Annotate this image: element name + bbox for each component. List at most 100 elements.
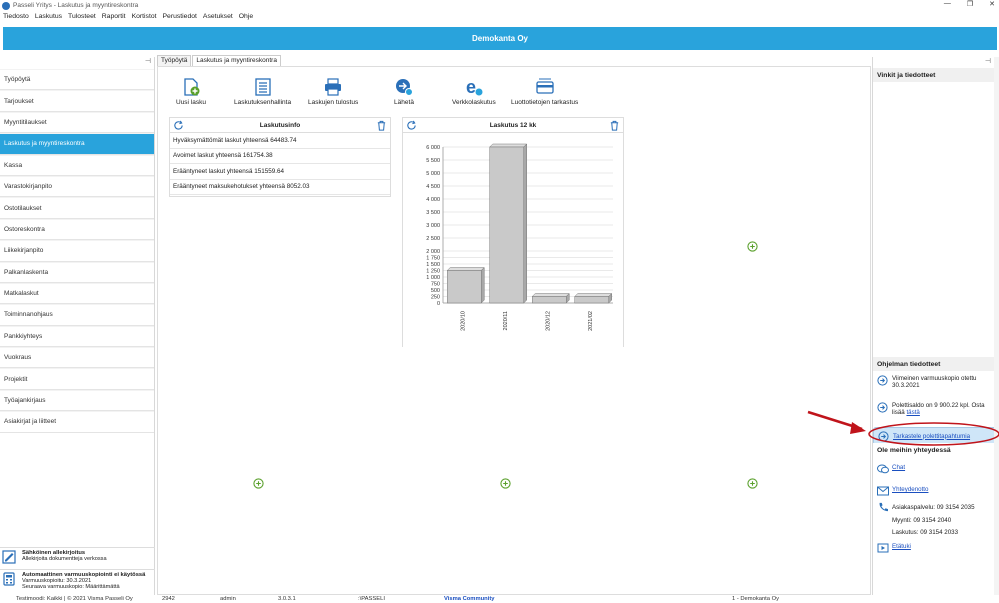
sidebar-item[interactable]: Palkanlaskenta <box>0 261 154 283</box>
status-company: 1 - Demokanta Oy <box>732 596 780 602</box>
sidebar-item[interactable]: Matkalaskut <box>0 282 154 305</box>
print-invoices-button[interactable]: Laskujen tulostus <box>308 77 358 106</box>
menu-raportit[interactable]: Raportit <box>102 13 126 20</box>
menu-perustiedot[interactable]: Perustiedot <box>163 13 197 20</box>
right-scrollbar[interactable] <box>994 57 999 595</box>
sidebar-item[interactable]: Työajankirjaus <box>0 389 154 412</box>
tips-header: Vinkit ja tiedotteet <box>873 68 999 82</box>
bar-top <box>574 293 613 297</box>
remote-support-link[interactable]: Etätuki <box>892 543 911 550</box>
y-tick-label: 1 250 <box>426 269 440 275</box>
minimize-button[interactable]: — <box>944 0 951 8</box>
y-tick-label: 2 000 <box>426 249 440 255</box>
sidebar-item[interactable]: Ostotilaukset <box>0 197 154 219</box>
y-tick-label: 4 000 <box>426 197 440 203</box>
e-invoicing-button[interactable]: e Verkkolaskutus <box>452 77 496 106</box>
phone-line: Myynti: 09 3154 2040 <box>892 516 952 524</box>
phone-icon <box>879 502 888 512</box>
trash-icon[interactable] <box>609 120 620 131</box>
status-community-link[interactable]: Visma Community <box>444 596 494 602</box>
invoice-management-button[interactable]: Laskutuksenhallinta <box>234 77 291 106</box>
add-widget-icon[interactable] <box>500 478 511 489</box>
sidebar-item[interactable]: Laskutus ja myyntireskontra <box>0 133 154 155</box>
send-button[interactable]: Lähetä <box>394 77 414 106</box>
status-bar: Testimoodi: Kaikki | © 2021 Visma Passel… <box>0 596 999 603</box>
tab-strip: Työpöytä Laskutus ja myyntireskontra <box>157 55 282 66</box>
y-tick-label: 750 <box>431 282 440 288</box>
add-widget-icon[interactable] <box>253 478 264 489</box>
menu-asetukset[interactable]: Asetukset <box>203 13 233 20</box>
maximize-button[interactable]: ❐ <box>967 0 973 8</box>
sidebar-item[interactable]: Liikekirjanpito <box>0 240 154 262</box>
menu-tiedosto[interactable]: Tiedosto <box>3 13 29 20</box>
new-invoice-icon <box>184 78 200 96</box>
news-header: Ohjelman tiedotteet <box>873 357 999 371</box>
bar <box>574 296 609 304</box>
sidebar-item[interactable]: Vuokraus <box>0 347 154 369</box>
panel-header: Laskutusinfo <box>170 118 390 133</box>
news-item-backup[interactable]: Viimeinen varmuuskopio otettu 30.3.2021 <box>877 375 997 389</box>
panel-title: Laskutusinfo <box>259 121 301 129</box>
y-tick-label: 250 <box>431 295 440 301</box>
sidebar-item[interactable]: Tarjoukset <box>0 90 154 112</box>
remote-support-contact[interactable]: Etätuki <box>877 543 911 553</box>
menu-laskutus[interactable]: Laskutus <box>35 13 62 20</box>
company-name: Demokanta Oy <box>471 34 529 43</box>
y-tick-label: 1 500 <box>426 262 440 268</box>
add-widget-icon[interactable] <box>747 241 758 252</box>
menu-tulosteet[interactable]: Tulosteet <box>68 13 96 20</box>
bar-top <box>446 267 485 271</box>
sidebar-pin-icon[interactable]: ⊣ <box>145 57 151 65</box>
x-tick-label: 2020/12 <box>545 311 551 331</box>
tool-label: Verkkolaskutus <box>452 99 496 106</box>
chat-link[interactable]: Chat <box>892 464 905 471</box>
chat-contact[interactable]: Chat <box>877 464 905 474</box>
sidebar-item[interactable]: Kassa <box>0 154 154 176</box>
sidebar-item[interactable]: Projektit <box>0 368 154 390</box>
contact-form-link[interactable]: Yhteydenotto <box>892 486 928 493</box>
right-pin-icon[interactable]: ⊣ <box>985 57 991 65</box>
info-row: Erääntyneet maksukehotukset yhteensä 805… <box>170 180 390 195</box>
y-tick-label: 5 000 <box>426 171 440 177</box>
bar-side <box>523 143 527 304</box>
phone-line: Asiakaspalvelu: 09 3154 2035 <box>892 504 975 511</box>
sidebar-item[interactable]: Ostoreskontra <box>0 218 154 241</box>
y-tick-label: 6 000 <box>426 145 440 151</box>
menu-ohje[interactable]: Ohje <box>239 13 253 20</box>
x-tick-label: 2020/10 <box>460 311 466 331</box>
main-content: Uusi lasku Laskutuksenhallinta Laskujen … <box>157 66 871 595</box>
sidebar-item[interactable]: Pankkiyhteys <box>0 325 154 348</box>
sidebar-item[interactable]: Myyntitilaukset <box>0 111 154 134</box>
sidebar-item[interactable]: Toiminnanohjaus <box>0 304 154 326</box>
app-icon <box>2 1 10 10</box>
sidebar-item[interactable]: Asiakirjat ja liitteet <box>0 411 154 433</box>
close-button[interactable]: ✕ <box>989 0 995 8</box>
status-copyright: Testimoodi: Kaikki | © 2021 Visma Passel… <box>16 596 133 602</box>
refresh-icon[interactable] <box>406 120 417 131</box>
arrow-right-circle-icon <box>877 375 888 386</box>
refresh-icon[interactable] <box>173 120 184 131</box>
y-tick-label: 0 <box>437 301 440 307</box>
credit-check-button[interactable]: Luottotietojen tarkastus <box>511 77 578 106</box>
list-icon <box>254 78 271 96</box>
new-invoice-button[interactable]: Uusi lasku <box>176 77 206 106</box>
y-tick-label: 3 000 <box>426 223 440 229</box>
sidebar-item[interactable]: Varastokirjanpito <box>0 175 154 198</box>
window-titlebar: Passeli Yritys - Laskutus ja myyntiresko… <box>0 0 999 11</box>
menu-kortistot[interactable]: Kortistot <box>132 13 157 20</box>
trash-icon[interactable] <box>376 120 387 131</box>
company-banner: Demokanta Oy <box>3 27 997 50</box>
sidebar-item[interactable]: Työpöytä <box>0 69 154 91</box>
bar <box>489 146 524 304</box>
notice-e-signature[interactable]: Sähköinen allekirjoitus Allekirjoita dok… <box>0 547 155 566</box>
chart-panel: Laskutus 12 kk 0 250 500 750 1 000 1 250 1 500… <box>402 117 624 347</box>
calculator-icon <box>3 572 15 586</box>
notice-backup[interactable]: Automaattinen varmuuskopiointi ei käytös… <box>0 569 155 592</box>
email-contact[interactable]: Yhteydenotto <box>877 486 928 496</box>
tab-laskutus[interactable]: Laskutus ja myyntireskontra <box>192 55 281 66</box>
y-tick-label: 5 500 <box>426 158 440 164</box>
tool-label: Laskujen tulostus <box>308 99 359 106</box>
add-widget-icon[interactable] <box>747 478 758 489</box>
tab-tyopoyta[interactable]: Työpöytä <box>157 55 192 66</box>
bar-side <box>481 266 485 304</box>
